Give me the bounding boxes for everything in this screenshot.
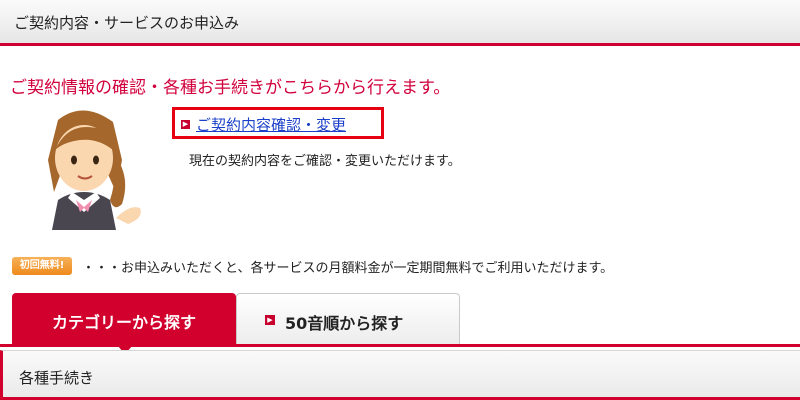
section-title: 各種手続き: [19, 369, 95, 387]
contract-details-link[interactable]: ご契約内容確認・変更: [196, 114, 346, 135]
page-title: ご契約内容・サービスのお申込み: [14, 14, 240, 32]
contract-link-description: 現在の契約内容をご確認・変更いただけます。: [189, 154, 461, 169]
section-header: 各種手続き: [0, 350, 800, 400]
tab-category-label: カテゴリーから探す: [51, 313, 196, 332]
tab-alphabetical-label: 50音順から探す: [285, 314, 404, 333]
tab-alphabetical[interactable]: ▶ 50音順から探す: [236, 293, 460, 345]
tab-underline: [0, 344, 800, 347]
intro-headline: ご契約情報の確認・各種お手続きがこちらから行えます。: [10, 78, 451, 98]
contract-link-box[interactable]: ▶ ご契約内容確認・変更: [172, 107, 384, 139]
free-trial-badge: 初回無料!: [12, 257, 72, 275]
free-trial-note: ・・・お申込みいただくと、各サービスの月額料金が一定期間無料でご利用いただけます…: [82, 261, 614, 276]
arrow-right-icon: ▶: [181, 120, 190, 129]
page-header: ご契約内容・サービスのお申込み: [0, 0, 800, 46]
mascot-illustration: [48, 110, 141, 230]
arrow-right-icon: ▶: [265, 315, 275, 325]
tab-category[interactable]: カテゴリーから探す: [12, 293, 236, 354]
